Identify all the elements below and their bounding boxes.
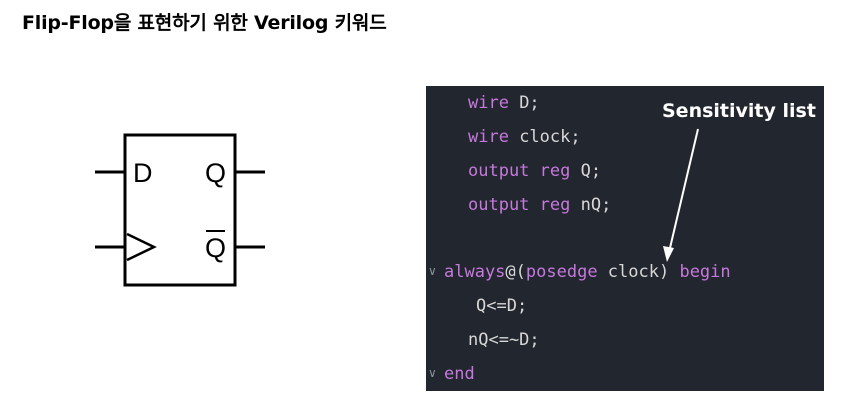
code-line-8: end bbox=[444, 359, 475, 389]
slide-title: Flip-Flop을 표현하기 위한 Verilog 키워드 bbox=[22, 12, 387, 34]
flip-flop-symbol: D Q Q bbox=[95, 133, 265, 287]
fold-chevron-icon[interactable]: ∨ bbox=[428, 264, 437, 278]
code-line-5: always@(posedge clock) begin bbox=[444, 257, 731, 287]
fold-chevron-icon[interactable]: ∨ bbox=[428, 366, 437, 380]
keyword: output bbox=[468, 195, 530, 215]
code-line-7: nQ<=~D; bbox=[468, 325, 540, 355]
output-q-bar-label: Q bbox=[205, 233, 226, 263]
code-text: @( bbox=[505, 262, 526, 282]
code-text: Q<=D; bbox=[476, 296, 528, 316]
clock-edge-triangle bbox=[126, 232, 157, 262]
keyword: output bbox=[468, 161, 530, 181]
keyword: wire bbox=[468, 127, 509, 147]
code-line-3: output reg Q; bbox=[468, 156, 601, 186]
keyword: always bbox=[444, 262, 506, 282]
code-line-4: output reg nQ; bbox=[468, 190, 611, 220]
code-text: clock) bbox=[597, 262, 680, 282]
code-panel: wire D; wire clock; output reg Q; output… bbox=[426, 86, 824, 391]
code-text: Q; bbox=[570, 161, 602, 181]
keyword: reg bbox=[539, 195, 571, 215]
code-text: nQ; bbox=[570, 195, 612, 215]
keyword: begin bbox=[679, 262, 731, 282]
output-q-label: Q bbox=[205, 158, 226, 188]
code-line-6: Q<=D; bbox=[476, 291, 527, 321]
code-line-2: wire clock; bbox=[468, 122, 581, 152]
code-text: clock; bbox=[508, 127, 581, 147]
input-d-label: D bbox=[133, 158, 153, 188]
code-text: nQ<=~D; bbox=[468, 330, 540, 350]
keyword: wire bbox=[468, 93, 509, 113]
keyword: posedge bbox=[525, 262, 598, 282]
code-line-1: wire D; bbox=[468, 88, 540, 118]
keyword: end bbox=[444, 364, 475, 384]
keyword: reg bbox=[539, 161, 571, 181]
sensitivity-list-label: Sensitivity list bbox=[662, 100, 816, 122]
code-text: D; bbox=[508, 93, 540, 113]
